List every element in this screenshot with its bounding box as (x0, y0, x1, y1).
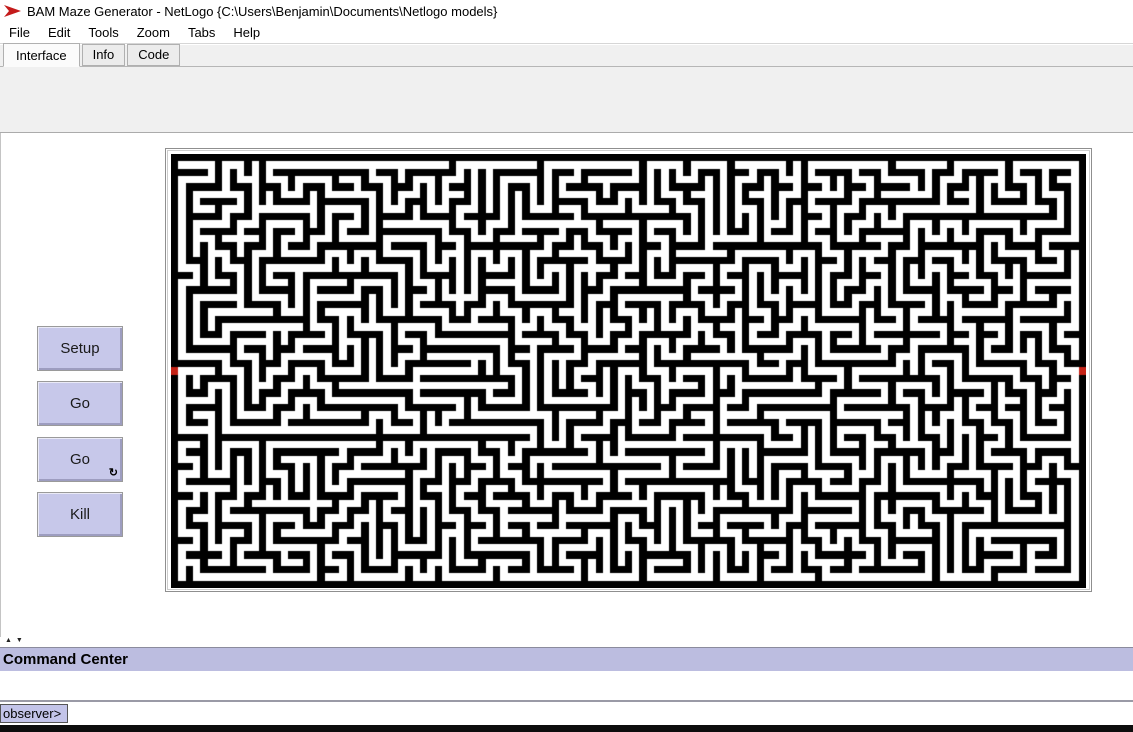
command-prompt-row: observer> (0, 704, 1133, 723)
menu-item-file[interactable]: File (0, 23, 39, 42)
world-view[interactable] (171, 154, 1086, 588)
menu-item-tabs[interactable]: Tabs (179, 23, 224, 42)
observer-prompt: observer> (0, 704, 68, 723)
command-center-header: Command Center (0, 647, 1133, 671)
setup-button[interactable]: Setup (37, 326, 123, 371)
go-once-button[interactable]: Go (37, 381, 123, 426)
interface-toolbar: Edit Delete + Add ▸ abc Button ▼ normal … (0, 67, 1133, 133)
world-view-inner (167, 150, 1090, 590)
netlogo-app-icon (4, 4, 21, 18)
tab-bar: Interface Info Code (0, 45, 1133, 67)
title-bar: BAM Maze Generator - NetLogo {C:\Users\B… (0, 0, 1133, 22)
menu-item-edit[interactable]: Edit (39, 23, 79, 42)
menu-item-help[interactable]: Help (224, 23, 269, 42)
tab-info[interactable]: Info (82, 44, 126, 66)
command-center-title: Command Center (0, 651, 128, 668)
tab-interface[interactable]: Interface (3, 43, 80, 67)
tab-code[interactable]: Code (127, 44, 180, 66)
menu-bar: File Edit Tools Zoom Tabs Help (0, 22, 1133, 44)
window-title: BAM Maze Generator - NetLogo {C:\Users\B… (27, 4, 497, 19)
command-input[interactable] (68, 704, 1133, 723)
netlogo-window: BAM Maze Generator - NetLogo {C:\Users\B… (0, 0, 1133, 732)
forever-loop-icon: ↻ (109, 466, 118, 479)
menu-item-tools[interactable]: Tools (79, 23, 127, 42)
bottom-edge-bar (0, 725, 1133, 732)
world-view-frame (165, 148, 1092, 592)
interface-canvas-area: Setup Go Go ↻ Kill (0, 133, 1133, 646)
kill-button[interactable]: Kill (37, 492, 123, 537)
splitter-grip-icon: ▲ ▼ (5, 637, 24, 644)
command-center-splitter[interactable]: ▲ ▼ (0, 637, 1133, 647)
command-center-output (0, 671, 1133, 702)
menu-item-zoom[interactable]: Zoom (128, 23, 179, 42)
go-forever-button[interactable]: Go ↻ (37, 437, 123, 482)
